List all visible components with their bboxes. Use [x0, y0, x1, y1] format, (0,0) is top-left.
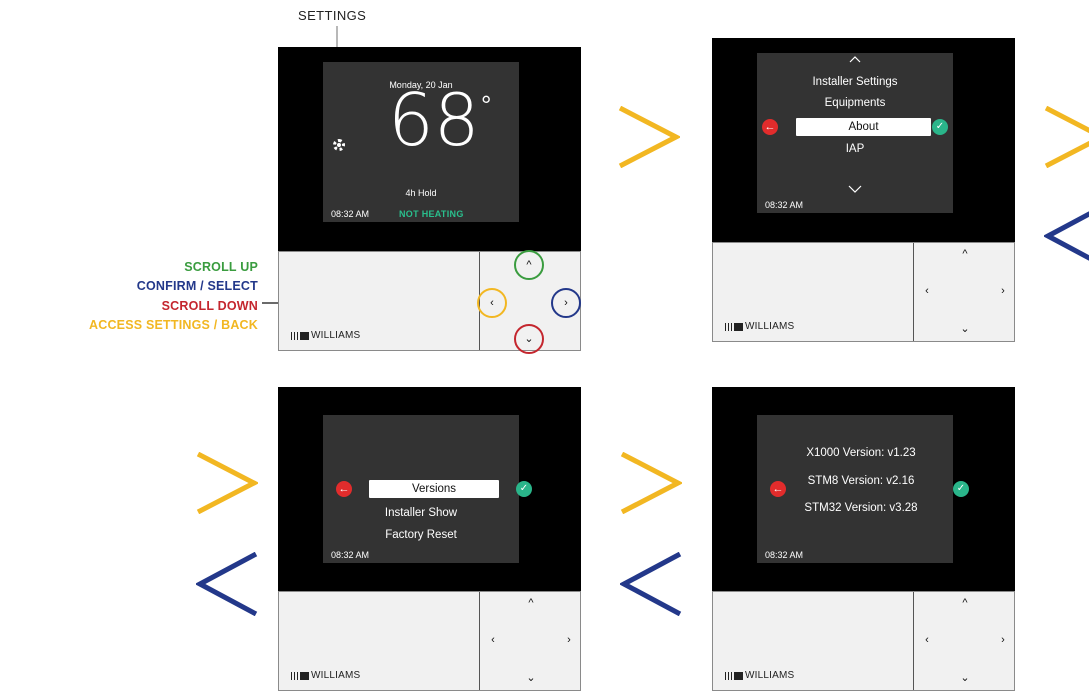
- chevron-right-icon: [620, 452, 682, 514]
- control-panel: WILLIAMS ^ ‹ › ⌄: [278, 250, 581, 354]
- menu-item-iap[interactable]: IAP: [757, 143, 953, 155]
- menu-item-about-selected[interactable]: About: [796, 118, 931, 136]
- menu-item-equipments[interactable]: Equipments: [757, 97, 953, 109]
- chevron-left-icon: [620, 552, 682, 616]
- thermostat-home: Monday, 20 Jan 68 ° 4h Hold 08:32 AM NOT…: [278, 47, 581, 354]
- settings-menu-screen: Installer Settings Equipments ← About ✓ …: [757, 53, 953, 213]
- legend-scroll-up: SCROLL UP: [184, 260, 258, 274]
- panel-divider: [913, 592, 914, 690]
- menu-item-installer-settings[interactable]: Installer Settings: [757, 76, 953, 88]
- clock-text: 08:32 AM: [765, 550, 804, 560]
- menu-item-installer-show[interactable]: Installer Show: [323, 507, 519, 519]
- legend-confirm-select: CONFIRM / SELECT: [136, 279, 258, 293]
- hold-text: 4h Hold: [405, 188, 437, 198]
- scroll-up-indicator-icon: [757, 55, 953, 66]
- degree-symbol: °: [481, 90, 492, 120]
- check-icon[interactable]: ✓: [932, 119, 948, 135]
- settings-label: SETTINGS: [298, 8, 367, 23]
- key-left[interactable]: ‹: [921, 285, 933, 297]
- menu-item-versions-selected[interactable]: Versions: [369, 480, 499, 498]
- chevron-right-icon: [1044, 106, 1089, 168]
- control-panel: WILLIAMS ^ ‹ › ⌄: [278, 591, 581, 691]
- check-icon[interactable]: ✓: [516, 481, 532, 497]
- version-line-x1000: X1000 Version: v1.23: [806, 447, 916, 459]
- arrow-left-icon[interactable]: ←: [336, 481, 352, 497]
- brand-mark-icon: [291, 331, 309, 340]
- chevron-right-icon: [196, 452, 258, 514]
- brand-mark-icon: [725, 671, 743, 680]
- key-up[interactable]: ^: [525, 597, 537, 609]
- scroll-down-button[interactable]: ⌄: [514, 324, 544, 354]
- thermostat-about-menu: ← Versions ✓ Installer Show Factory Rese…: [278, 387, 581, 691]
- key-down[interactable]: ⌄: [525, 672, 537, 684]
- clock-text: 08:32 AM: [331, 209, 370, 219]
- control-panel: WILLIAMS ^ ‹ › ⌄: [712, 591, 1015, 691]
- key-up[interactable]: ^: [959, 248, 971, 260]
- scroll-down-indicator-icon: [757, 185, 953, 196]
- brand-name: WILLIAMS: [311, 670, 361, 681]
- key-left[interactable]: ‹: [921, 634, 933, 646]
- clock-text: 08:32 AM: [331, 550, 370, 560]
- panel-divider: [913, 243, 914, 341]
- check-icon[interactable]: ✓: [953, 481, 969, 497]
- chevron-left-icon: [196, 552, 258, 616]
- arrow-left-icon[interactable]: ←: [762, 119, 778, 135]
- confirm-button[interactable]: ›: [551, 288, 581, 318]
- about-menu-screen: ← Versions ✓ Installer Show Factory Rese…: [323, 415, 532, 563]
- versions-info-screen: X1000 Version: v1.23 ← STM8 Version: v2.…: [757, 415, 969, 563]
- chevron-left-icon: [1044, 211, 1089, 261]
- thermostat-settings-menu: Installer Settings Equipments ← About ✓ …: [712, 38, 1015, 342]
- control-panel: WILLIAMS ^ ‹ › ⌄: [712, 242, 1015, 342]
- status-text: NOT HEATING: [399, 209, 464, 219]
- temperature-value: 68: [388, 78, 480, 162]
- key-down[interactable]: ⌄: [959, 323, 971, 335]
- thermostat-versions-info: X1000 Version: v1.23 ← STM8 Version: v2.…: [712, 387, 1015, 691]
- panel-divider: [479, 592, 480, 690]
- key-down[interactable]: ⌄: [959, 672, 971, 684]
- brand-logo: WILLIAMS: [291, 670, 360, 681]
- key-left[interactable]: ‹: [487, 634, 499, 646]
- key-right[interactable]: ›: [997, 285, 1009, 297]
- clock-text: 08:32 AM: [765, 200, 804, 210]
- back-button[interactable]: ‹: [477, 288, 507, 318]
- brand-mark-icon: [725, 322, 743, 331]
- menu-item-factory-reset[interactable]: Factory Reset: [323, 529, 519, 541]
- key-right[interactable]: ›: [997, 634, 1009, 646]
- brand-mark-icon: [291, 671, 309, 680]
- chevron-right-icon: [618, 106, 680, 168]
- legend-scroll-down: SCROLL DOWN: [161, 299, 258, 313]
- key-up[interactable]: ^: [959, 597, 971, 609]
- brand-logo: WILLIAMS: [725, 670, 794, 681]
- key-right[interactable]: ›: [563, 634, 575, 646]
- brand-logo: WILLIAMS: [291, 330, 360, 341]
- scroll-up-button[interactable]: ^: [514, 250, 544, 280]
- brand-name: WILLIAMS: [311, 330, 361, 341]
- home-screen: Monday, 20 Jan 68 ° 4h Hold 08:32 AM NOT…: [323, 62, 519, 222]
- version-line-stm32: STM32 Version: v3.28: [804, 502, 918, 514]
- version-line-stm8: STM8 Version: v2.16: [807, 475, 915, 487]
- brand-name: WILLIAMS: [745, 670, 795, 681]
- legend-access-back: ACCESS SETTINGS / BACK: [89, 318, 258, 332]
- brand-name: WILLIAMS: [745, 321, 795, 332]
- brand-logo: WILLIAMS: [725, 321, 794, 332]
- gear-icon[interactable]: [333, 139, 345, 151]
